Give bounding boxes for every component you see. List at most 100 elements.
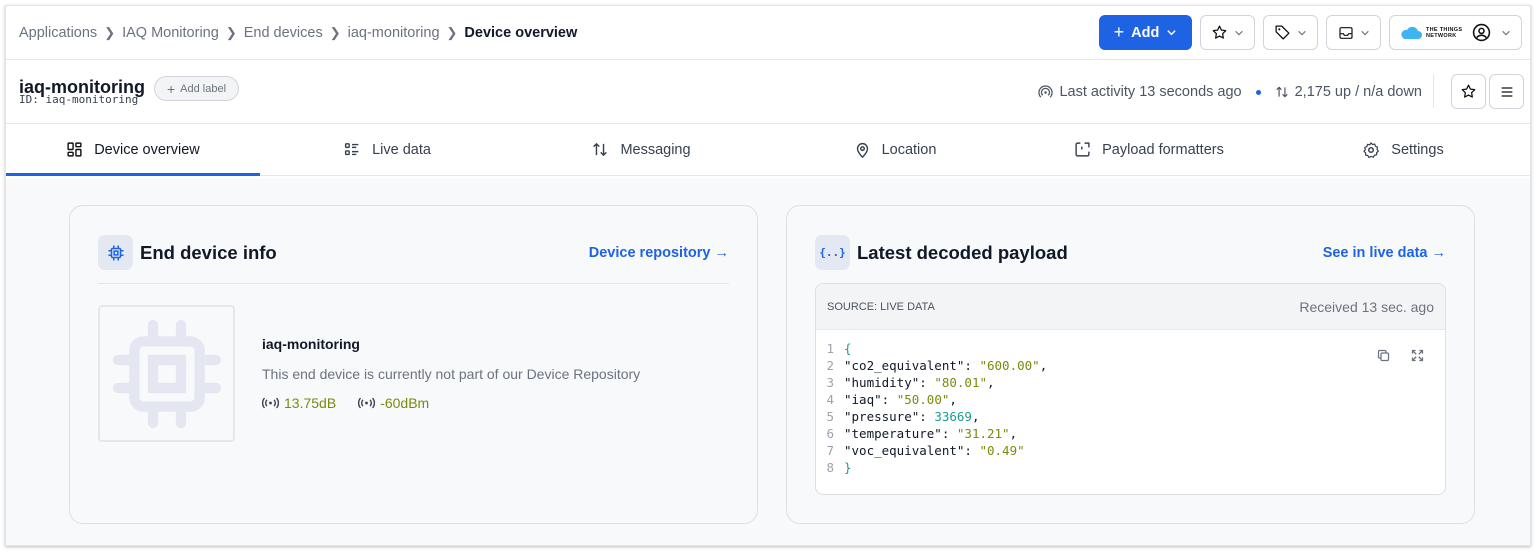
tag-icon: [1275, 25, 1290, 40]
breadcrumb-end-devices[interactable]: End devices: [244, 25, 323, 41]
plus-icon: +: [166, 80, 176, 97]
add-button[interactable]: + Add: [1099, 15, 1192, 50]
breadcrumb-device[interactable]: iaq-monitoring: [348, 25, 440, 41]
payload-source-label: SOURCE: LIVE DATA: [827, 300, 935, 313]
signal-strength-icon: [358, 397, 376, 409]
code-text: "pressure": 33669,: [844, 408, 979, 425]
tab-live-data[interactable]: Live data: [260, 124, 514, 175]
code-line: 7 "voc_equivalent": "0.49": [816, 442, 1047, 459]
see-in-live-data-link[interactable]: See in live data →: [1323, 245, 1446, 261]
chevron-down-icon: [1235, 30, 1243, 35]
snr-text: 13.75dB: [284, 395, 337, 411]
json-value: "0.49": [979, 443, 1025, 458]
line-number: 6: [826, 426, 834, 441]
copy-icon[interactable]: [1376, 348, 1391, 363]
updown-arrows-icon: [593, 142, 608, 157]
chip-icon: [112, 319, 221, 428]
chevron-down-icon: [1502, 30, 1510, 35]
tab-payload-formatters[interactable]: Payload formatters: [1022, 124, 1276, 175]
breadcrumb-current: Device overview: [464, 24, 578, 41]
breadcrumb-applications[interactable]: Applications: [19, 25, 97, 41]
user-avatar-icon: [1472, 23, 1491, 42]
chip-icon: [98, 235, 133, 270]
device-name: iaq-monitoring: [262, 336, 360, 352]
code-text: "voc_equivalent": "0.49": [844, 442, 1025, 459]
payload-received-time: Received 13 sec. ago: [1299, 298, 1434, 315]
repository-description: This end device is currently not part of…: [262, 366, 641, 382]
rssi-text: -60dBm: [380, 395, 430, 411]
json-key: "iaq":: [844, 392, 897, 407]
json-key: "humidity":: [844, 375, 935, 390]
json-punct: ,: [949, 392, 957, 407]
app-window: Applications ❯ IAQ Monitoring ❯ End devi…: [5, 5, 1531, 546]
device-id: ID: iaq-monitoring: [19, 93, 139, 106]
json-value: 33669: [934, 409, 972, 424]
code-text: "co2_equivalent": "600.00",: [844, 357, 1047, 374]
cloud-logo-icon: [1401, 26, 1422, 39]
device-repository-link[interactable]: Device repository →: [589, 245, 729, 261]
tab-label: Messaging: [620, 141, 691, 158]
device-header: iaq-monitoring ID: iaq-monitoring + Add …: [6, 60, 1530, 124]
line-number: 1: [826, 341, 834, 356]
add-label-button[interactable]: + Add label: [154, 76, 239, 101]
bookmarks-dropdown[interactable]: [1200, 15, 1255, 50]
inbox-icon: [1338, 26, 1353, 39]
tab-device-overview[interactable]: Device overview: [6, 124, 260, 176]
json-key: "voc_equivalent":: [844, 443, 980, 458]
ttn-logo-line2: NETWORK: [1426, 32, 1457, 39]
add-label-text: Add label: [180, 82, 227, 95]
formatter-icon: [1075, 142, 1090, 157]
json-value: "80.01": [934, 375, 987, 390]
star-icon: [1212, 25, 1227, 39]
main-content: End device info Device repository → iaq-…: [6, 178, 1530, 545]
menu-button[interactable]: [1489, 74, 1524, 109]
line-number: 3: [826, 375, 834, 390]
tab-label: Settings: [1391, 141, 1444, 158]
user-menu-dropdown[interactable]: THE THINGS NETWORK: [1389, 15, 1522, 50]
expand-icon[interactable]: [1410, 348, 1425, 363]
json-key: "co2_equivalent":: [844, 358, 980, 373]
signal-activity-icon: [1038, 84, 1054, 98]
chevron-right-icon: ❯: [225, 24, 237, 40]
gear-icon: [1363, 141, 1380, 158]
line-number: 4: [826, 392, 834, 407]
json-key: "temperature":: [844, 426, 957, 441]
card-title: End device info: [140, 241, 277, 263]
add-button-label: Add: [1131, 24, 1160, 41]
json-value: "31.21": [956, 426, 1010, 441]
plus-icon: +: [1113, 22, 1125, 42]
code-text: "temperature": "31.21",: [844, 425, 1017, 442]
signal-strength-icon: [262, 397, 279, 409]
code-text: }: [844, 459, 852, 476]
code-line: 3 "humidity": "80.01",: [816, 374, 1047, 391]
snr-value: 13.75dB: [262, 395, 336, 411]
divider: [98, 283, 729, 284]
line-number: 8: [826, 460, 834, 475]
tab-label: Payload formatters: [1102, 141, 1224, 158]
end-device-info-card: End device info Device repository → iaq-…: [69, 205, 758, 524]
json-brace: }: [844, 460, 852, 475]
code-text: "humidity": "80.01",: [844, 374, 995, 391]
last-activity-text: Last activity 13 seconds ago: [1059, 84, 1242, 100]
chevron-right-icon: ❯: [104, 24, 116, 40]
code-text: "iaq": "50.00",: [844, 391, 957, 408]
breadcrumb: Applications ❯ IAQ Monitoring ❯ End devi…: [19, 25, 1099, 41]
tab-label: Live data: [372, 141, 431, 158]
code-line: 6 "temperature": "31.21",: [816, 425, 1047, 442]
line-number: 7: [826, 443, 834, 458]
json-value: "50.00": [896, 392, 950, 407]
json-punct: ,: [971, 409, 980, 424]
ttn-logo: THE THINGS NETWORK: [1400, 26, 1462, 40]
tab-messaging[interactable]: Messaging: [514, 124, 768, 175]
json-key: "pressure":: [844, 409, 935, 424]
star-device-button[interactable]: [1451, 74, 1486, 109]
json-punct: ,: [987, 375, 995, 390]
payload-json-code: 1{2 "co2_equivalent": "600.00", 3 "humidi…: [816, 340, 1047, 476]
notifications-dropdown[interactable]: [1326, 15, 1381, 50]
top-bar: Applications ❯ IAQ Monitoring ❯ End devi…: [6, 6, 1530, 60]
documentation-dropdown[interactable]: [1263, 15, 1318, 50]
breadcrumb-application[interactable]: IAQ Monitoring: [122, 25, 219, 41]
tab-location[interactable]: Location: [768, 124, 1022, 175]
line-number: 2: [826, 358, 834, 373]
tab-settings[interactable]: Settings: [1276, 124, 1530, 175]
